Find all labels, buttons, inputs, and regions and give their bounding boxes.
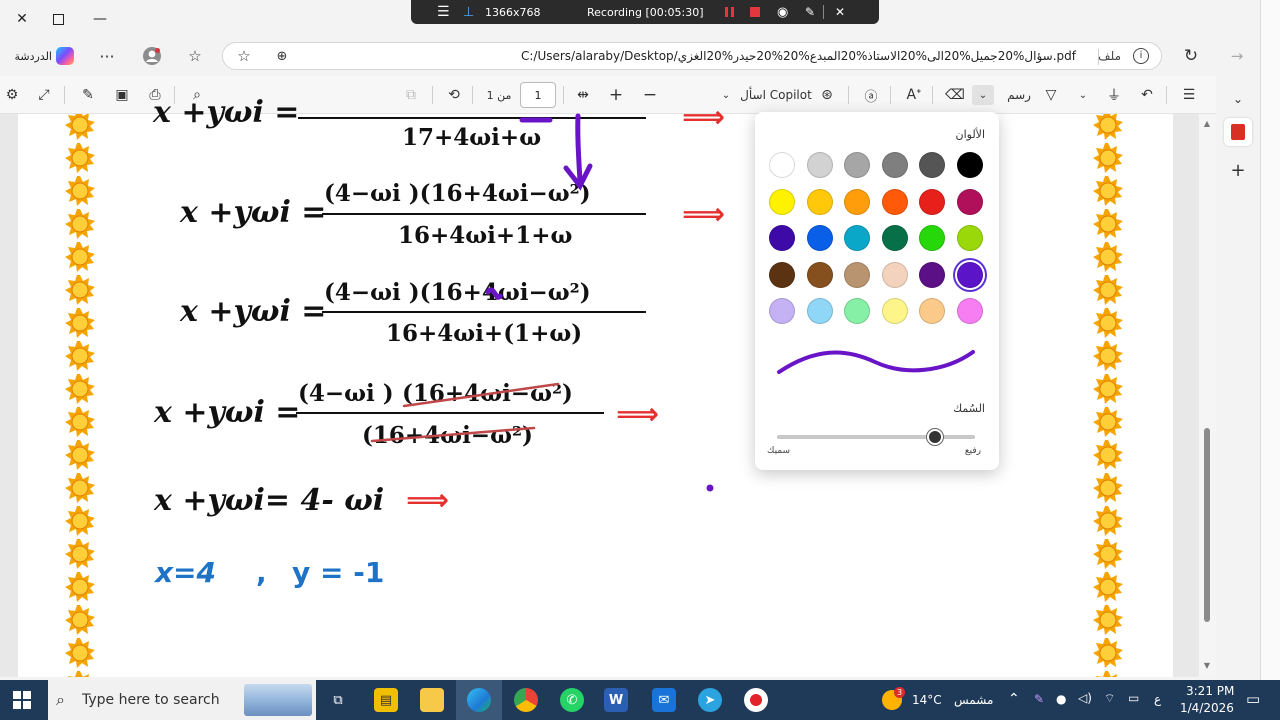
task-view-icon[interactable]: ⧉ [326, 688, 350, 712]
notification-center-icon[interactable]: ▭ [1246, 690, 1260, 708]
color-swatch[interactable] [844, 225, 870, 251]
color-swatch[interactable] [769, 261, 795, 288]
color-swatch[interactable] [806, 298, 833, 324]
scrollbar-thumb[interactable] [1204, 428, 1210, 622]
color-swatch[interactable] [844, 188, 870, 215]
whatsapp-icon[interactable]: ✆ [560, 688, 584, 712]
thickness-slider-track[interactable] [777, 435, 975, 439]
ink-dot [706, 484, 714, 492]
windows-icon [13, 691, 31, 709]
color-swatch[interactable] [844, 152, 870, 178]
color-swatch[interactable] [919, 225, 945, 251]
color-swatch[interactable] [919, 188, 945, 215]
color-swatch[interactable] [844, 298, 870, 324]
color-swatch[interactable] [881, 261, 908, 288]
recorder-app-icon[interactable] [744, 688, 768, 712]
color-swatch[interactable] [956, 152, 983, 178]
taskbar: ⌕ Type here to search ⧉ ▤ ✆ W ✉ ➤ 3 14°C… [0, 680, 1280, 720]
color-swatch[interactable] [769, 225, 795, 251]
taskbar-search[interactable]: ⌕ Type here to search [48, 680, 316, 720]
color-swatch[interactable] [881, 188, 908, 215]
record-dot-icon [750, 694, 762, 706]
volume-icon[interactable]: ◁) [1078, 691, 1092, 705]
color-swatch[interactable] [956, 261, 983, 288]
color-swatch[interactable] [956, 225, 983, 251]
purple-ink-strokes [485, 113, 593, 300]
color-swatch[interactable] [844, 261, 870, 288]
chevron-up-icon[interactable]: ⌃ [1008, 691, 1020, 707]
color-swatch[interactable] [769, 188, 795, 215]
battery-icon[interactable]: ▭ [1128, 691, 1139, 705]
ink-annotations [370, 113, 714, 492]
colors-title: الألوان [955, 128, 986, 141]
telegram-icon[interactable]: ➤ [698, 688, 722, 712]
color-swatch[interactable] [769, 152, 795, 178]
chevron-down-icon[interactable]: ⌄ [1227, 90, 1249, 108]
color-swatch[interactable] [881, 152, 908, 178]
strikethrough-strokes [370, 382, 560, 443]
thickness-label: السُمك [953, 402, 985, 415]
pdf-app-icon[interactable] [1224, 118, 1252, 146]
outlook-icon[interactable]: ✉ [652, 688, 676, 712]
thin-label: رفيع [964, 446, 981, 456]
color-swatch[interactable] [769, 298, 795, 324]
search-icon: ⌕ [56, 690, 65, 709]
add-sidebar-app-icon[interactable]: + [1227, 160, 1249, 181]
weather-temp: 14°C [912, 693, 942, 707]
microphone-icon[interactable]: ● [1056, 692, 1066, 706]
color-swatch[interactable] [919, 261, 945, 288]
edge-browser-icon[interactable] [467, 688, 491, 712]
color-swatch[interactable] [881, 298, 908, 324]
screen: ✕ — ☰ ⊥ 1366x768 Recording [00:05:30] ◉ … [0, 0, 1280, 720]
stroke-preview [777, 350, 975, 374]
color-swatch[interactable] [806, 152, 833, 178]
thick-label: سميك [767, 446, 791, 456]
color-swatch[interactable] [956, 188, 983, 215]
color-swatch[interactable] [919, 298, 945, 324]
scroll-up-icon[interactable]: ▲ [1200, 118, 1214, 128]
color-swatch[interactable] [881, 225, 908, 251]
scroll-down-icon[interactable]: ▼ [1200, 660, 1214, 670]
color-swatch[interactable] [956, 298, 983, 324]
notification-badge: 3 [894, 687, 905, 698]
store-icon[interactable]: ▤ [374, 688, 398, 712]
color-swatch[interactable] [806, 225, 833, 251]
color-swatch[interactable] [806, 261, 833, 288]
search-placeholder: Type here to search [82, 692, 220, 708]
color-swatch[interactable] [919, 152, 945, 178]
word-icon[interactable]: W [604, 688, 628, 712]
weather-desc: مشمس [954, 693, 994, 707]
chrome-icon[interactable] [514, 688, 538, 712]
edge-strip [1260, 0, 1280, 680]
start-button[interactable] [12, 690, 32, 710]
language-indicator[interactable]: ع [1154, 692, 1161, 706]
pdf-file-icon [1231, 124, 1245, 140]
clock-time[interactable]: 3:21 PM [1186, 684, 1234, 698]
color-swatch[interactable] [806, 188, 833, 215]
network-icon[interactable]: ⌔ [1104, 691, 1115, 706]
file-explorer-icon[interactable] [420, 688, 444, 712]
color-picker-popup: الألوان السُمك سميك رفيع [755, 112, 999, 470]
browser-sidebar: ⌄ + [1216, 74, 1260, 680]
search-highlight-image [244, 684, 312, 716]
thickness-slider-thumb[interactable] [927, 429, 944, 445]
clock-date[interactable]: 1/4/2026 [1180, 701, 1234, 715]
pen-tray-icon[interactable]: ✎ [1034, 692, 1044, 706]
